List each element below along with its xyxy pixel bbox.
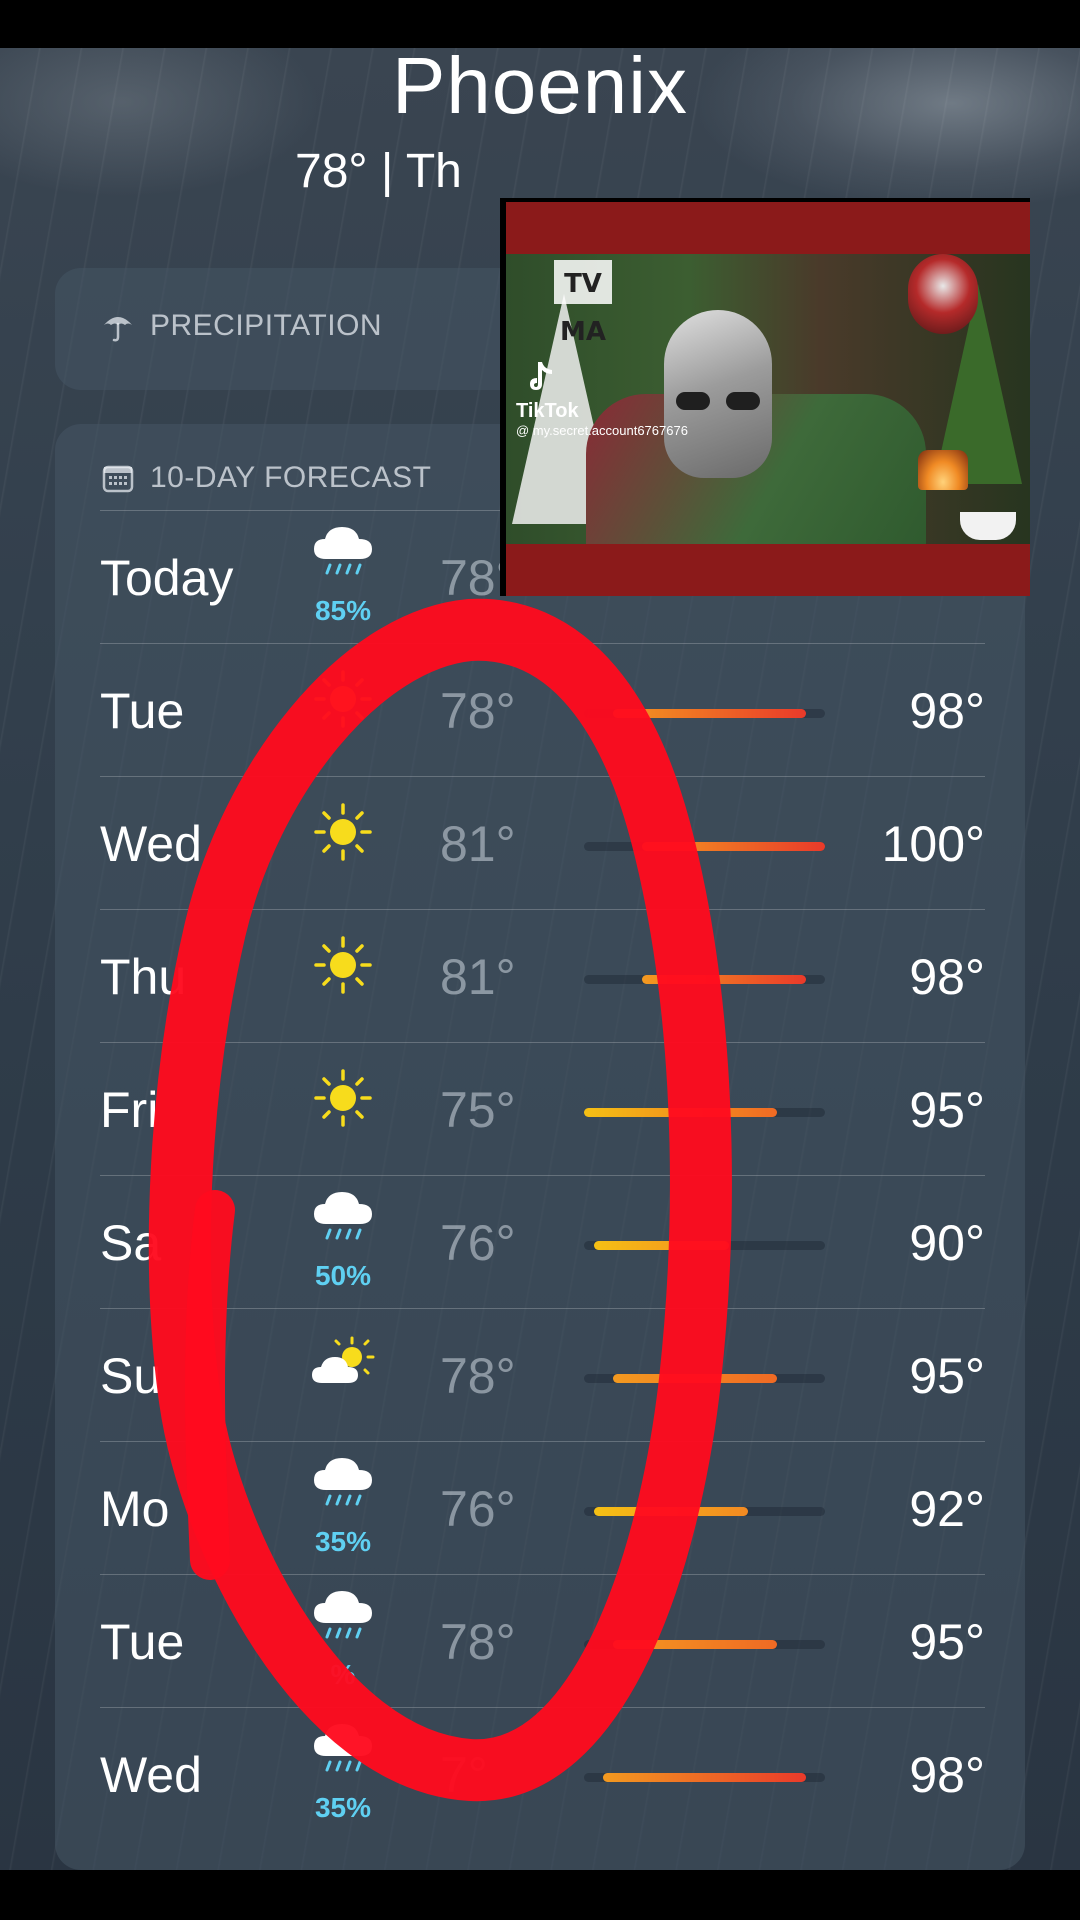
cup-image — [960, 512, 1016, 540]
precipitation-label: PRECIPITATION — [150, 309, 383, 342]
video-letterbox-top — [506, 202, 1030, 254]
forecast-day: Thu — [100, 949, 187, 1005]
high-temp: 98° — [909, 683, 985, 739]
forecast-day: Fri — [100, 1082, 159, 1138]
temp-range-bar — [584, 1108, 777, 1117]
high-temp: 98° — [909, 1747, 985, 1803]
tiktok-handle: @ my.secret.account6767676 — [516, 423, 688, 438]
ten-day-forecast-card[interactable]: 10-DAY FORECAST Today85%78°92°Tue78°98°W… — [55, 424, 1025, 1870]
tv-rating-badge: TV MA — [554, 260, 612, 347]
temp-range-bar — [612, 1640, 777, 1649]
rain-cloud-icon — [308, 517, 378, 587]
rain-cloud-icon — [308, 1714, 378, 1784]
low-temp: 7° — [440, 1747, 488, 1803]
high-temp: 98° — [909, 949, 985, 1005]
temp-range-bar — [641, 842, 825, 851]
low-temp: 76° — [440, 1481, 516, 1537]
temp-range-track — [584, 1108, 825, 1117]
rain-cloud-icon — [308, 1182, 378, 1252]
forecast-day: Mo — [100, 1481, 170, 1537]
temp-range-track — [584, 975, 825, 984]
forecast-day: Wed — [100, 1747, 202, 1803]
precipitation-header: PRECIPITATION — [100, 308, 382, 344]
umbrella-icon — [100, 308, 136, 344]
video-frame: TV MA TikTok @ my.secret.account6767676 — [506, 254, 1030, 544]
high-temp: 90° — [909, 1215, 985, 1271]
video-overlay[interactable]: TV MA TikTok @ my.secret.account6767676 — [500, 198, 1030, 596]
high-temp: 95° — [909, 1082, 985, 1138]
low-temp: 78° — [440, 1614, 516, 1670]
temp-range-bar — [641, 975, 806, 984]
forecast-row[interactable]: Wed 35% 7° 98° — [100, 1707, 985, 1841]
metal-mask-image — [664, 310, 772, 478]
precip-chance: 35% — [314, 1792, 372, 1823]
forecast-row[interactable]: Mo 35% 76° 92° — [100, 1441, 985, 1575]
current-temp-summary: 78° | Th — [295, 145, 462, 198]
precip-chance: % — [330, 1659, 356, 1690]
temp-range-track — [584, 709, 825, 718]
forecast-row[interactable]: Thu 81° 98° — [100, 909, 985, 1043]
forecast-row[interactable]: Fri 75° 95° — [100, 1042, 985, 1176]
precip-chance: 35% — [314, 1526, 372, 1557]
sun-icon — [308, 797, 378, 867]
low-temp: 81° — [440, 949, 516, 1005]
temp-range-track — [584, 1773, 825, 1782]
forecast-row[interactable]: Tue% 78° 95° — [100, 1574, 985, 1708]
fireplace-image — [918, 450, 968, 490]
forecast-row[interactable]: Sa 50% 76° 90° — [100, 1175, 985, 1309]
tiktok-brand: TikTok — [516, 400, 579, 422]
weather-screen: Phoenix 78° | Th PRECIPITATION 10-DAY FO… — [0, 48, 1080, 1870]
low-temp: 78° — [440, 1348, 516, 1404]
forecast-row[interactable]: Tue 78° 98° — [100, 643, 985, 777]
high-temp: 95° — [909, 1614, 985, 1670]
temp-range-track — [584, 842, 825, 851]
forecast-day: Today — [100, 550, 234, 606]
temp-range-bar — [612, 1374, 777, 1383]
video-letterbox-bottom — [506, 544, 1030, 596]
temp-range-track — [584, 1507, 825, 1516]
rain-cloud-icon — [308, 1448, 378, 1518]
precip-chance: 85% — [314, 595, 372, 626]
temp-range-bar — [612, 709, 806, 718]
mask-eye — [676, 392, 710, 410]
forecast-day: Sa — [100, 1215, 162, 1271]
temp-range-track — [584, 1374, 825, 1383]
temp-range-track — [584, 1640, 825, 1649]
partly-sunny-icon — [308, 1329, 378, 1399]
forecast-day: Su — [100, 1348, 162, 1404]
high-temp: 92° — [909, 1481, 985, 1537]
temp-range-bar — [603, 1773, 806, 1782]
high-temp: 100° — [881, 816, 985, 872]
temp-range-track — [584, 1241, 825, 1250]
low-temp: 76° — [440, 1215, 516, 1271]
tiktok-icon — [526, 360, 556, 401]
precip-chance: 50% — [314, 1260, 372, 1291]
low-temp: 81° — [440, 816, 516, 872]
low-temp: 78° — [440, 683, 516, 739]
temp-range-bar — [593, 1507, 748, 1516]
low-temp: 75° — [440, 1082, 516, 1138]
sun-icon — [308, 1063, 378, 1133]
calendar-icon — [100, 460, 136, 496]
forecast-day: Tue — [100, 1614, 185, 1670]
forecast-row[interactable]: Wed 81° 100° — [100, 776, 985, 910]
city-name: Phoenix — [391, 48, 689, 130]
sun-icon — [308, 664, 378, 734]
forecast-day: Wed — [100, 816, 202, 872]
sun-icon — [308, 930, 378, 1000]
rain-cloud-icon — [308, 1581, 378, 1651]
forecast-day: Tue — [100, 683, 185, 739]
mask-eye — [726, 392, 760, 410]
santa-figure-image — [908, 254, 978, 334]
forecast-label: 10-DAY FORECAST — [150, 461, 432, 494]
temp-range-bar — [593, 1241, 729, 1250]
forecast-row[interactable]: Su 78° 95° — [100, 1308, 985, 1442]
high-temp: 95° — [909, 1348, 985, 1404]
forecast-header: 10-DAY FORECAST — [100, 460, 431, 496]
